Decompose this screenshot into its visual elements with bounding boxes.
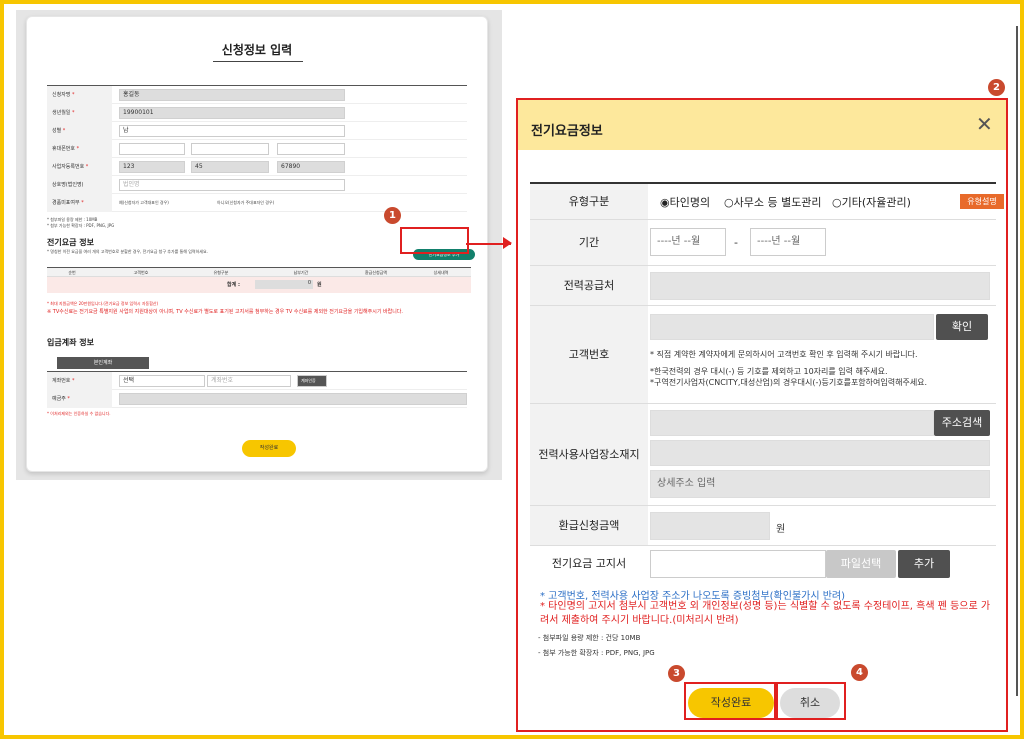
phone-input-3[interactable] [277, 143, 345, 155]
gender-select[interactable]: 남 [119, 125, 345, 137]
field-bizno: 사업자등록번호 * 123 45 67890 [47, 158, 467, 176]
badge-3: 3 [668, 665, 685, 682]
table-sum-row: 합계 : 0 원 [47, 277, 471, 293]
bizno-input-1[interactable]: 123 [119, 161, 185, 173]
refund-input[interactable] [650, 512, 770, 540]
row-type: 유형구분 ◉타인명의 ○사무소 등 별도관리 ○기타(자율관리) 유형설명 [530, 184, 1004, 220]
note-red: * 타인명의 고지서 첨부시 고객번호 외 개인정보(성명 등)는 식별할 수 … [540, 601, 991, 626]
highlight-1 [400, 227, 469, 254]
address-line-2[interactable] [650, 440, 990, 466]
customer-note-2: *한국전력의 경우 대시(-) 등 기호를 제외하고 10자리를 입력 해주세요… [650, 367, 888, 376]
bizno-input-2[interactable]: 45 [191, 161, 269, 173]
address-search-button[interactable]: 주소검색 [934, 410, 990, 436]
modal-title: 전기요금정보 [531, 124, 603, 139]
row-address: 전력사용 사업장소재지 주소검색 상세주소 입력 [530, 404, 996, 506]
add-file-button[interactable]: 추가 [898, 550, 950, 578]
table-header: 순번 고객번호 유형구분 납부기간 환급신청금액 상세내역 [47, 268, 471, 277]
title-underline [213, 61, 303, 62]
confirm-button[interactable]: 확인 [936, 314, 988, 340]
gift-opt-1[interactable]: 예(신청자가 고객대표인 경우) [119, 200, 169, 206]
badge-1: 1 [384, 207, 401, 224]
row-bill: 전기요금 고지서 파일선택 추가 [530, 546, 996, 582]
address-detail-input[interactable]: 상세주소 입력 [650, 470, 990, 498]
holder-note: * 이처리제외는 인증하실 수 없습니다. [47, 411, 111, 416]
limit-2: - 첨부 가능한 확장자 : PDF, PNG, JPG [538, 649, 655, 657]
row-period: 기간 ----년 --월 - ----년 --월 [530, 220, 996, 266]
right-edge-line [1016, 26, 1018, 696]
left-submit-button[interactable]: 작성완료 [242, 440, 296, 457]
type-radio-other-name[interactable]: ◉타인명의 [660, 194, 710, 210]
power-bill-table: 순번 고객번호 유형구분 납부기간 환급신청금액 상세내역 합계 : 0 원 [47, 267, 471, 293]
field-phone: 휴대폰번호 * [47, 140, 467, 158]
phone-input-2[interactable] [191, 143, 269, 155]
bank-select[interactable]: 선택 [119, 375, 205, 387]
file-select-button[interactable]: 파일선택 [826, 550, 896, 578]
bill-file-input[interactable] [650, 550, 826, 578]
field-gender: 성별 * 남 [47, 122, 467, 140]
field-corp: 상호명(법인명) 법인명 [47, 176, 467, 194]
account-input[interactable]: 계좌번호 [207, 375, 291, 387]
account-fields: 계좌번호 * 선택 계좌번호 계좌인증 예금주 * [47, 371, 467, 408]
row-supplier: 전력공급처 [530, 266, 996, 306]
modal-header: 전기요금정보 ✕ [518, 100, 1006, 150]
limit-2: * 첨부 가능한 확장자 : PDF, PNG, JPG [47, 223, 115, 228]
type-info-badge[interactable]: 유형설명 [960, 194, 1004, 209]
highlight-4 [776, 682, 846, 720]
customer-note-3: *구역전기사업자(CNCITY,대성산업)의 경우대시(-)등기호를포함하여입력… [650, 378, 928, 387]
section-power-bill: 전기요금 정보 [47, 238, 94, 247]
limit-1: - 첨부파일 용량 제한 : 건당 10MB [538, 634, 641, 642]
self-account-button[interactable]: 본인계좌 [57, 357, 149, 369]
highlight-3 [684, 682, 776, 720]
power-bill-modal: 전기요금정보 ✕ 유형구분 ◉타인명의 ○사무소 등 별도관리 ○기타(자율관리… [516, 98, 1008, 732]
period-end-input[interactable]: ----년 --월 [750, 228, 826, 256]
supplier-input[interactable] [650, 272, 990, 300]
tv-note: ※ TV수신료는 전기요금 특별지원 사업의 지원대상이 아니며, TV 수신료… [47, 309, 403, 315]
sum-value: 0 [255, 280, 313, 289]
customer-note-1: * 직접 계약한 계약자에게 문의하시어 고객번호 확인 후 입력해 주시기 바… [650, 350, 918, 359]
close-icon[interactable]: ✕ [976, 112, 993, 136]
phone-input-1[interactable] [119, 143, 185, 155]
field-gift: 경품미표여부 * 예(신청자가 고객대표인 경우) 아니오(신청자가 주대표자인 경… [47, 194, 467, 212]
bizno-input-3[interactable]: 67890 [277, 161, 345, 173]
section-account: 입금계좌 정보 [47, 338, 94, 347]
corp-input[interactable]: 법인명 [119, 179, 345, 191]
badge-2: 2 [988, 79, 1005, 96]
type-radio-etc[interactable]: ○기타(자율관리) [832, 194, 911, 210]
arrow-head-icon [503, 237, 512, 249]
period-start-input[interactable]: ----년 --월 [650, 228, 726, 256]
section-power-sub: * 명칭한 이전 요금을 여러 개의 고객번호로 분할한 경우, 전기요금 청구… [47, 249, 208, 254]
row-customer: 고객번호 확인 * 직접 계약한 계약자에게 문의하시어 고객번호 확인 후 입… [530, 306, 996, 404]
verify-button[interactable]: 계좌인증 [297, 375, 327, 387]
type-radio-office[interactable]: ○사무소 등 별도관리 [724, 194, 822, 210]
row-refund: 환급신청금액 원 [530, 506, 996, 546]
name-input[interactable]: 홍길동 [119, 89, 345, 101]
customer-input[interactable] [650, 314, 934, 340]
holder-input[interactable] [119, 393, 467, 405]
applicant-fields: 신청자명 * 홍길동 생년월일 * 19900101 성별 * 남 휴대폰번호 * 사… [47, 85, 467, 212]
birth-input[interactable]: 19900101 [119, 107, 345, 119]
form-title: 신청정보 입력 [221, 43, 293, 57]
field-birth: 생년월일 * 19900101 [47, 104, 467, 122]
badge-4: 4 [851, 664, 868, 681]
max-note: * 최대 지원금액은 20만원입니다.(전기요금 정보 입력시 자동합산) [47, 301, 159, 306]
gift-opt-2[interactable]: 아니오(신청자가 주대표자인 경우) [217, 200, 274, 206]
address-input[interactable] [650, 410, 934, 436]
field-name: 신청자명 * 홍길동 [47, 86, 467, 104]
